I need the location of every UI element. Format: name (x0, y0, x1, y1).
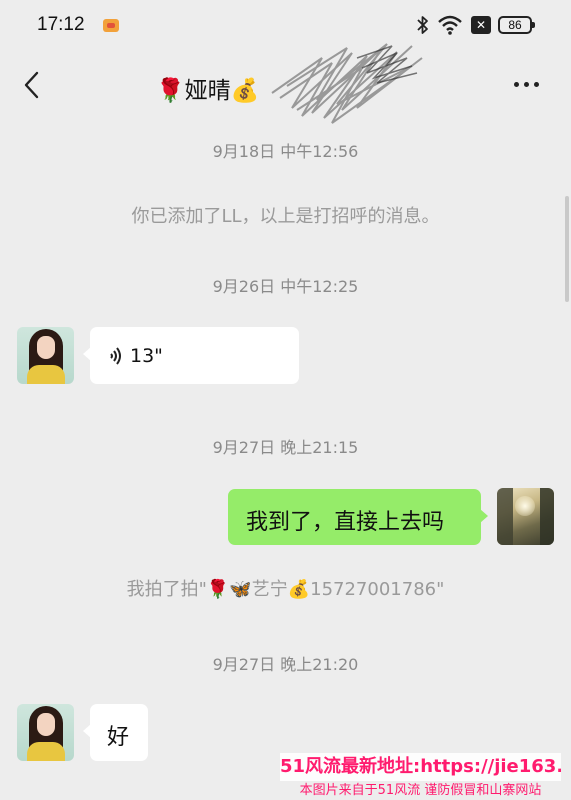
voice-message-bubble[interactable]: 13" (83, 327, 299, 384)
outgoing-message-bubble[interactable]: 我到了，直接上去吗 (228, 489, 488, 545)
avatar[interactable] (17, 327, 74, 384)
system-message: 我拍了拍"🌹🦋艺宁💰15727001786" (126, 579, 445, 600)
more-dots-icon[interactable] (514, 82, 546, 90)
avatar[interactable] (497, 488, 554, 545)
redacted-scribble (271, 43, 423, 124)
timestamp: 9月18日 中午12:56 (212, 142, 359, 161)
timestamp: 9月26日 中午12:25 (212, 277, 359, 296)
chat-title: 🌹娅晴💰 (156, 78, 260, 104)
message-text: 我到了，直接上去吗 (246, 510, 445, 535)
voice-icon (110, 347, 121, 365)
avatar[interactable] (17, 704, 74, 761)
no-sim-icon: ✕ (471, 16, 491, 34)
battery-icon: 86 (498, 16, 535, 34)
status-time: 17:12 (37, 14, 85, 35)
chevron-left-icon[interactable] (18, 70, 48, 100)
bluetooth-icon (417, 16, 428, 34)
game-icon (103, 19, 119, 32)
message-text: 好 (107, 725, 130, 750)
timestamp: 9月27日 晚上21:15 (212, 438, 359, 457)
incoming-message-bubble[interactable]: 好 (83, 704, 148, 761)
watermark-text: 51风流最新地址:https://jie163.cc (280, 753, 561, 781)
wifi-icon (438, 15, 462, 35)
voice-duration: 13" (130, 345, 163, 367)
chat-header: 🌹娅晴💰 (0, 43, 571, 124)
timestamp: 9月27日 晚上21:20 (212, 655, 359, 674)
watermark-subtext: 本图片来自于51风流 谨防假冒和山寨网站 (299, 783, 542, 798)
system-message: 你已添加了LL，以上是打招呼的消息。 (131, 206, 440, 227)
